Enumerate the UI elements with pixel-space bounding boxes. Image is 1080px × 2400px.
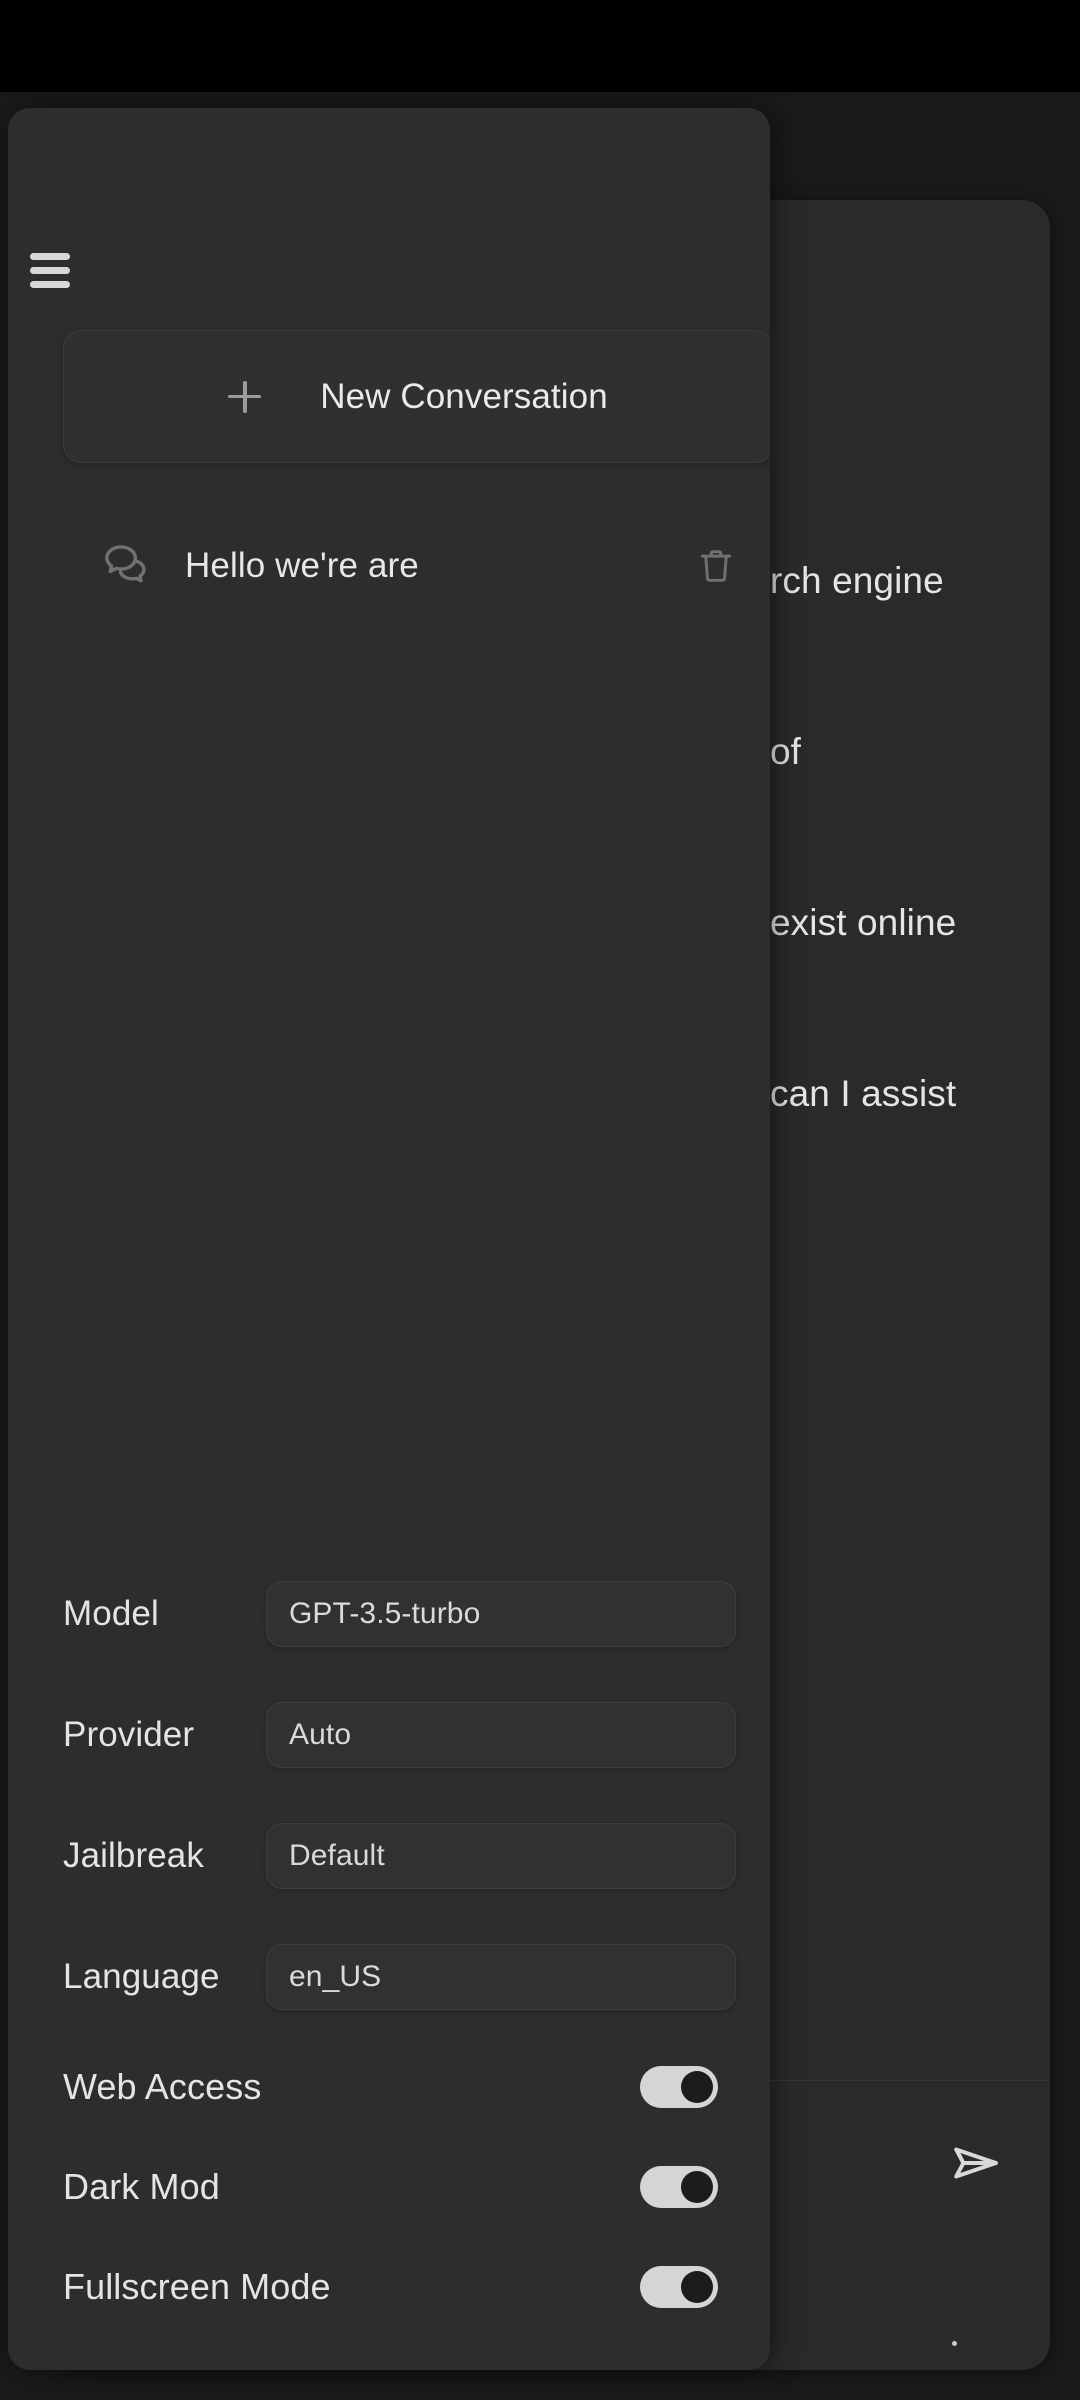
chat-bubbles-icon [97, 538, 153, 594]
setting-label-language: Language [63, 1956, 220, 1996]
model-select[interactable]: GPT-3.5-turbo [266, 1580, 736, 1647]
phone-screen: rch engine of exist online can I assist [0, 0, 1080, 2400]
setting-label-fullscreen-mode: Fullscreen Mode [63, 2266, 331, 2307]
jailbreak-select[interactable]: Default [266, 1822, 736, 1889]
setting-row-jailbreak: Jailbreak Default [8, 1795, 770, 1916]
setting-label-web-access: Web Access [63, 2066, 262, 2107]
toggle-knob [681, 2271, 713, 2303]
setting-row-dark-mod: Dark Mod [8, 2137, 770, 2237]
setting-row-fullscreen-mode: Fullscreen Mode [8, 2237, 770, 2337]
send-button[interactable] [944, 2131, 1008, 2195]
message-line: rch engine [770, 560, 944, 601]
message-line: of [770, 731, 802, 772]
menu-bar [30, 267, 70, 274]
assistant-message: rch engine of exist online can I assist [770, 438, 1010, 1236]
text-cursor-dot [952, 2341, 957, 2346]
toggle-knob [681, 2171, 713, 2203]
dark-mode-toggle[interactable] [640, 2166, 718, 2208]
menu-bar [30, 253, 70, 260]
message-line: exist online [770, 902, 957, 943]
fullscreen-mode-toggle[interactable] [640, 2266, 718, 2308]
model-select-value: GPT-3.5-turbo [289, 1596, 481, 1630]
language-select-value: en_US [289, 1959, 382, 1993]
new-conversation-button[interactable]: New Conversation [63, 330, 770, 463]
status-bar [0, 0, 1080, 92]
trash-icon[interactable] [691, 541, 741, 591]
setting-label-jailbreak: Jailbreak [63, 1835, 204, 1875]
menu-bar [30, 281, 70, 288]
conversation-list-item[interactable]: Hello we're are [63, 523, 770, 609]
provider-select[interactable]: Auto [266, 1701, 736, 1768]
setting-label-model: Model [63, 1593, 159, 1633]
setting-row-web-access: Web Access [8, 2037, 770, 2137]
language-select[interactable]: en_US [266, 1943, 736, 2010]
setting-row-model: Model GPT-3.5-turbo [8, 1553, 770, 1674]
new-conversation-label: New Conversation [320, 376, 608, 416]
provider-select-value: Auto [289, 1717, 352, 1751]
conversation-title: Hello we're are [185, 546, 419, 585]
setting-row-provider: Provider Auto [8, 1674, 770, 1795]
setting-label-provider: Provider [63, 1714, 195, 1754]
setting-row-language: Language en_US [8, 1916, 770, 2037]
sidebar-drawer: New Conversation Hello we're are Model G… [8, 108, 770, 2370]
toggle-knob [681, 2071, 713, 2103]
setting-label-dark-mod: Dark Mod [63, 2166, 220, 2207]
hamburger-menu-icon[interactable] [30, 250, 72, 292]
web-access-toggle[interactable] [640, 2066, 718, 2108]
message-line: can I assist [770, 1073, 957, 1114]
jailbreak-select-value: Default [289, 1838, 385, 1872]
plus-icon [228, 380, 262, 414]
send-paper-plane-icon [948, 2135, 1004, 2191]
settings-section: Model GPT-3.5-turbo Provider Auto Jailbr… [8, 1553, 770, 2337]
